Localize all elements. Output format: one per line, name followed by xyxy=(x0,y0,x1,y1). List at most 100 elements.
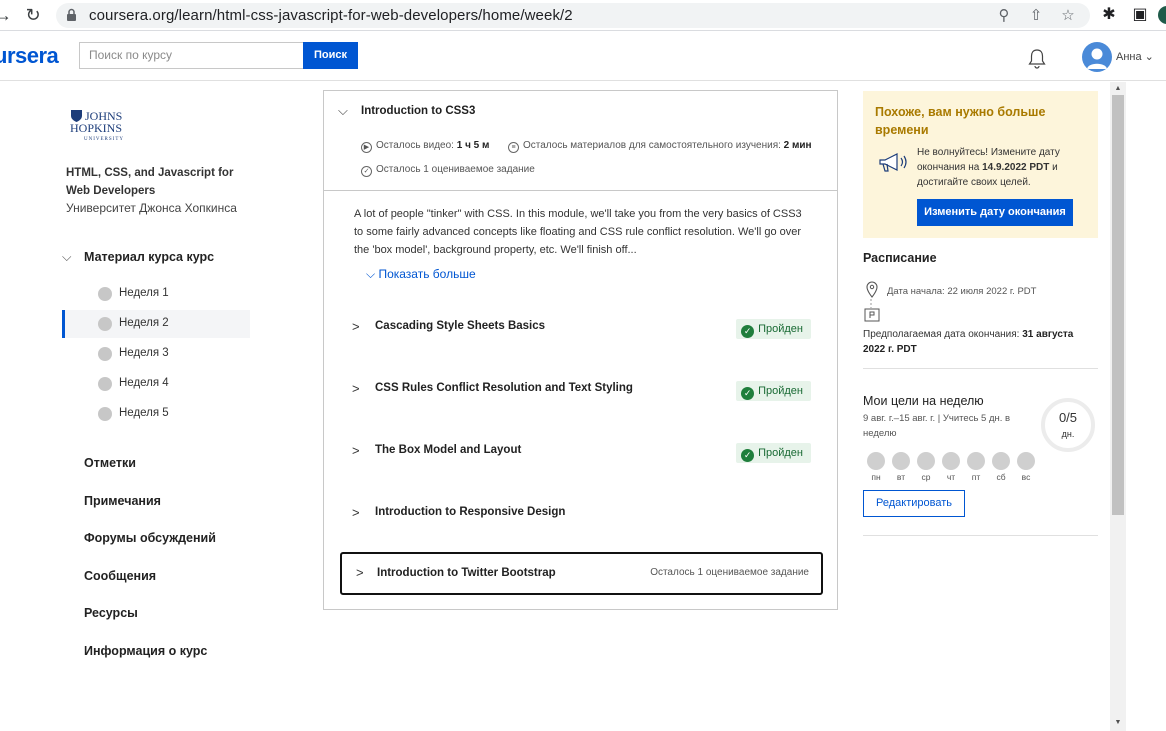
sidebar-link-messages[interactable]: Сообщения xyxy=(84,569,156,583)
videos-left: ▶ Осталось видео: 1 ч 5 м xyxy=(361,140,489,153)
avatar[interactable] xyxy=(1082,42,1112,72)
week-status-icon xyxy=(98,377,112,391)
chevron-down-icon: ⌵ xyxy=(366,267,376,281)
day-indicator: пт xyxy=(966,452,986,482)
reload-icon[interactable]: ↻ xyxy=(22,4,44,26)
sidebar-link-notes[interactable]: Примечания xyxy=(84,494,161,508)
deadline-text: Не волнуйтесь! Измените дату окончания н… xyxy=(917,147,1060,188)
day-indicator: сб xyxy=(991,452,1011,482)
chevron-down-icon: ⌵ xyxy=(62,250,72,264)
divider xyxy=(863,535,1098,536)
coursera-logo[interactable]: ursera xyxy=(0,43,59,69)
lock-icon xyxy=(67,8,76,21)
lesson-row[interactable]: > The Box Model and Layout ✓ Пройден xyxy=(340,432,823,472)
lesson-remaining-text: Осталось 1 оцениваемое задание xyxy=(650,567,809,578)
notification-bell-icon[interactable] xyxy=(1027,48,1047,70)
checkmark-icon: ✓ xyxy=(741,325,755,338)
url-text: coursera.org/learn/html-css-javascript-f… xyxy=(89,7,573,24)
chevron-right-icon: > xyxy=(356,565,364,580)
sidebar: JOHNS HOPKINS UNIVERSITY HTML, CSS, and … xyxy=(0,82,260,731)
lesson-row[interactable]: > Introduction to Responsive Design xyxy=(340,494,823,534)
day-indicator: вт xyxy=(891,452,911,482)
user-silhouette-icon xyxy=(1087,48,1107,69)
university-name: Университет Джонса Хопкинса xyxy=(66,201,237,215)
university-logo-line2: HOPKINS xyxy=(70,121,123,135)
status-badge: ✓ Пройден xyxy=(736,443,811,463)
week-status-icon xyxy=(98,347,112,361)
reading-icon: ≡ xyxy=(508,142,519,153)
assignment-icon: ✓ xyxy=(361,166,372,177)
weekly-progress-ring: 0/5 дн. xyxy=(1041,398,1095,452)
chevron-right-icon: > xyxy=(352,381,360,396)
lesson-row[interactable]: > Cascading Style Sheets Basics ✓ Пройден xyxy=(340,308,823,348)
schedule-end: Предполагаемая дата окончания: 31 август… xyxy=(863,329,1074,355)
bookmark-star-icon[interactable]: ☆ xyxy=(1058,6,1078,26)
day-indicator: чт xyxy=(941,452,961,482)
profile-icon[interactable] xyxy=(1158,6,1166,24)
schedule-start: Дата начала: 22 июля 2022 г. PDT xyxy=(887,286,1037,297)
deadline-card: Похоже, вам нужно больше времени Не волн… xyxy=(863,91,1098,238)
lesson-row[interactable]: > CSS Rules Conflict Resolution and Text… xyxy=(340,370,823,410)
module-title: Introduction to CSS3 xyxy=(361,105,476,117)
weekly-goals-subtitle: 9 авг. г.–15 авг. г. | Учитесь 5 дн. в н… xyxy=(863,413,1011,439)
week-status-icon xyxy=(98,317,112,331)
scroll-down-arrow-icon[interactable]: ▼ xyxy=(1110,717,1126,729)
search-button[interactable]: Поиск xyxy=(303,42,358,69)
sidebar-link-resources[interactable]: Ресурсы xyxy=(84,606,138,620)
module-description: A lot of people "tinker" with CSS. In th… xyxy=(354,208,802,256)
timeline-line xyxy=(870,299,872,308)
module-card: ⌵ Introduction to CSS3 ▶ Осталось видео: … xyxy=(323,90,838,610)
schedule-title: Расписание xyxy=(863,251,937,265)
show-more-link[interactable]: ⌵ Показать больше xyxy=(366,267,476,282)
sidebar-item-week-3[interactable]: Неделя 3 xyxy=(62,340,250,368)
lesson-row[interactable]: > Introduction to Twitter Bootstrap Оста… xyxy=(340,552,823,595)
divider xyxy=(863,368,1098,369)
chevron-down-icon: ⌄ xyxy=(1144,51,1154,63)
chevron-right-icon: > xyxy=(352,443,360,458)
sidebar-link-forums[interactable]: Форумы обсуждений xyxy=(84,531,216,545)
sidebar-link-grades[interactable]: Отметки xyxy=(84,456,136,470)
browser-toolbar: → ↻ coursera.org/learn/html-css-javascri… xyxy=(0,0,1166,31)
site-header: ursera Поиск по курсу Поиск Анна ⌄ xyxy=(0,31,1166,81)
sidebar-item-week-4[interactable]: Неделя 4 xyxy=(62,370,250,398)
scroll-up-arrow-icon[interactable]: ▲ xyxy=(1110,83,1126,95)
play-icon: ▶ xyxy=(361,142,372,153)
chevron-right-icon: > xyxy=(352,319,360,334)
zoom-icon[interactable]: ⚲ xyxy=(994,6,1014,26)
sidebar-item-week-5[interactable]: Неделя 5 xyxy=(62,400,250,428)
course-title[interactable]: HTML, CSS, and Javascript for Web Develo… xyxy=(66,164,251,200)
week-status-icon xyxy=(98,407,112,421)
checkmark-icon: ✓ xyxy=(741,449,755,462)
address-bar[interactable]: coursera.org/learn/html-css-javascript-f… xyxy=(56,3,1090,28)
scrollbar-thumb[interactable] xyxy=(1112,95,1124,515)
course-material-toggle[interactable]: ⌵ Материал курса курс xyxy=(62,250,214,265)
day-indicator: пн xyxy=(866,452,886,482)
materials-left: ≡ Осталось материалов для самостоятельног… xyxy=(508,140,812,153)
change-deadline-button[interactable]: Изменить дату окончания xyxy=(917,199,1073,226)
progress-value: 0/5 xyxy=(1058,410,1078,425)
user-name[interactable]: Анна ⌄ xyxy=(1116,50,1154,63)
checkmark-icon: ✓ xyxy=(741,387,755,400)
megaphone-icon xyxy=(879,153,907,172)
forward-arrow-icon[interactable]: → xyxy=(0,4,14,26)
edit-goals-button[interactable]: Редактировать xyxy=(863,490,965,517)
status-badge: ✓ Пройден xyxy=(736,319,811,339)
chevron-right-icon: > xyxy=(352,505,360,520)
sidebar-link-course-info[interactable]: Информация о курс xyxy=(84,644,207,658)
share-icon[interactable]: ⇧ xyxy=(1026,6,1046,26)
module-header[interactable]: ⌵ Introduction to CSS3 ▶ Осталось видео: … xyxy=(324,91,837,191)
day-indicator: вс xyxy=(1016,452,1036,482)
weekly-goals-title: Мои цели на неделю xyxy=(863,394,984,408)
extensions-puzzle-icon[interactable]: ✱ xyxy=(1099,5,1119,25)
location-pin-icon xyxy=(866,281,878,298)
flag-icon xyxy=(864,308,880,322)
sidebar-item-week-1[interactable]: Неделя 1 xyxy=(62,280,250,308)
side-panel-icon[interactable]: ▣ xyxy=(1130,5,1150,25)
chevron-down-icon: ⌵ xyxy=(338,103,348,118)
search-input[interactable]: Поиск по курсу xyxy=(79,42,305,69)
week-status-icon xyxy=(98,287,112,301)
sidebar-item-week-2[interactable]: Неделя 2 xyxy=(62,310,250,338)
progress-unit: дн. xyxy=(1061,429,1075,439)
deadline-title: Похоже, вам нужно больше времени xyxy=(875,105,1046,137)
day-indicator: ср xyxy=(916,452,936,482)
